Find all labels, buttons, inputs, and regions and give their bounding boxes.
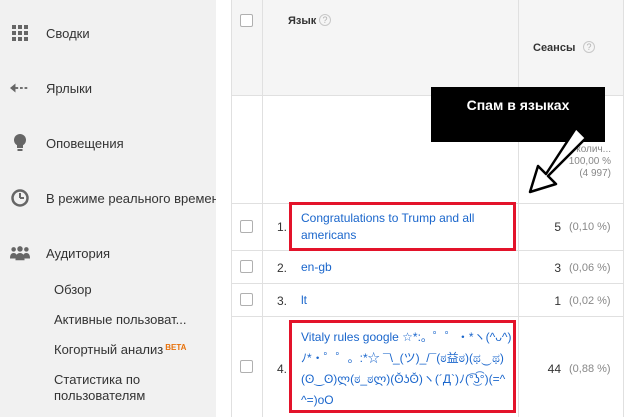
row-checkbox[interactable] bbox=[240, 293, 253, 306]
help-icon[interactable]: ? bbox=[319, 14, 331, 26]
sessions-value: 3 bbox=[554, 261, 561, 275]
sidebar-subitem-cohort-analysis[interactable]: Когортный анализ BETA bbox=[54, 342, 186, 358]
sidebar-item-summaries[interactable]: Сводки bbox=[0, 18, 216, 48]
lightbulb-icon bbox=[10, 133, 30, 153]
row-number: 1. bbox=[276, 220, 287, 234]
row-number: 4. bbox=[276, 362, 287, 376]
sidebar-item-label: Сводки bbox=[46, 25, 90, 41]
sessions-value: 1 bbox=[554, 294, 561, 308]
column-header-sessions[interactable]: Сеансы bbox=[533, 42, 575, 54]
language-link[interactable]: lt bbox=[301, 292, 307, 309]
row-number: 3. bbox=[276, 294, 287, 308]
sidebar-item-audience[interactable]: Аудитория bbox=[0, 238, 216, 268]
row-checkbox[interactable] bbox=[240, 220, 253, 233]
clock-icon bbox=[10, 188, 30, 208]
shortcut-arrow-icon bbox=[10, 78, 30, 98]
row-number: 2. bbox=[276, 261, 287, 275]
annotation-arrow-icon bbox=[528, 126, 588, 194]
help-icon[interactable]: ? bbox=[583, 41, 595, 53]
annotation-text: Спам в языках bbox=[466, 97, 570, 113]
spam-highlight-box bbox=[289, 202, 516, 251]
sidebar-item-label: В режиме реального времени bbox=[46, 190, 216, 206]
sessions-value: 5 bbox=[554, 220, 561, 234]
sidebar-item-label: Аудитория bbox=[46, 245, 111, 261]
sidebar-item-shortcuts[interactable]: Ярлыки bbox=[0, 73, 216, 103]
sidebar: Сводки Ярлыки Оповещения В режиме реальн… bbox=[0, 0, 216, 417]
sidebar-subitem-label: Когортный анализ bbox=[54, 342, 164, 357]
sidebar-item-label: Ярлыки bbox=[46, 80, 93, 96]
people-icon bbox=[10, 243, 30, 263]
sidebar-subitem-active-users[interactable]: Активные пользоват... bbox=[54, 312, 186, 328]
sessions-value: 44 bbox=[547, 362, 561, 376]
sidebar-subitem-user-explorer[interactable]: Статистика по пользователям bbox=[54, 372, 184, 404]
grid-icon bbox=[10, 23, 30, 43]
spam-highlight-box bbox=[289, 320, 516, 413]
column-header-language[interactable]: Язык bbox=[288, 15, 316, 27]
sidebar-item-realtime[interactable]: В режиме реального времени bbox=[0, 183, 216, 213]
beta-badge: BETA bbox=[165, 343, 187, 352]
row-checkbox[interactable] bbox=[240, 360, 253, 373]
sessions-percent: (0,10 %) bbox=[569, 221, 611, 233]
sessions-percent: (0,06 %) bbox=[569, 262, 611, 274]
sidebar-subitem-overview[interactable]: Обзор bbox=[54, 282, 92, 298]
select-all-checkbox[interactable] bbox=[240, 14, 253, 27]
row-checkbox[interactable] bbox=[240, 260, 253, 273]
sidebar-item-alerts[interactable]: Оповещения bbox=[0, 128, 216, 158]
sessions-percent: (0,88 %) bbox=[569, 363, 611, 375]
language-link[interactable]: en-gb bbox=[301, 259, 332, 276]
sidebar-item-label: Оповещения bbox=[46, 135, 124, 151]
data-table: Язык ? Сеансы ? колич... 100,00 % (4 997… bbox=[231, 0, 624, 417]
sessions-percent: (0,02 %) bbox=[569, 295, 611, 307]
